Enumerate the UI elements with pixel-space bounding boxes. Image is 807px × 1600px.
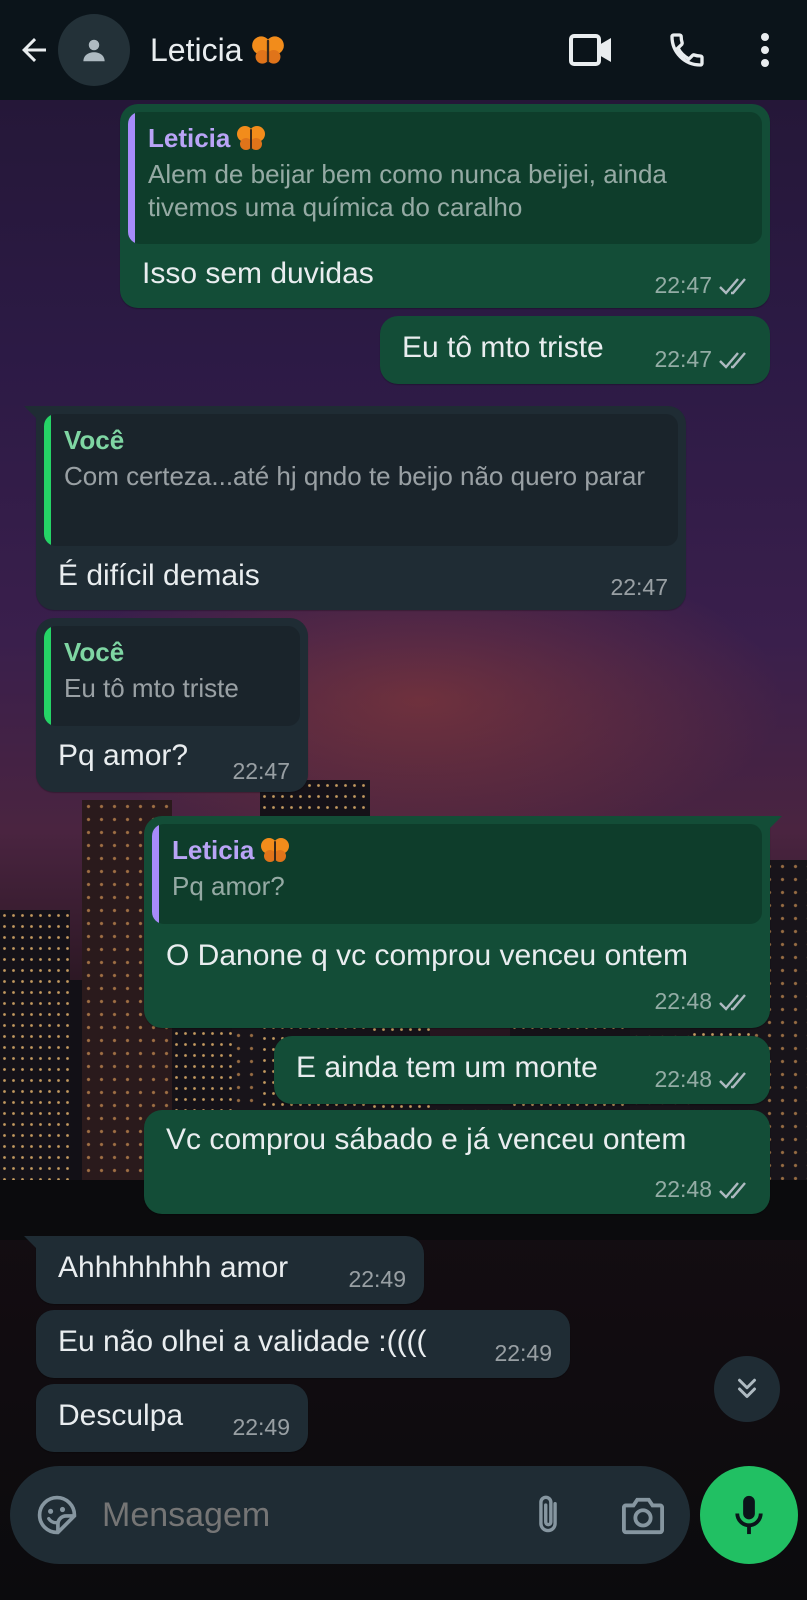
- back-button[interactable]: [14, 30, 54, 70]
- message-bubble-outgoing[interactable]: Eu tô mto triste 22:47: [380, 316, 770, 384]
- attach-button[interactable]: [526, 1490, 570, 1540]
- butterfly-emoji-icon: [251, 36, 284, 64]
- message-text: Desculpa: [58, 1399, 184, 1432]
- message-meta: 22:49: [494, 1340, 552, 1367]
- contact-name-text: Leticia: [150, 31, 243, 68]
- emoji-sticker-button[interactable]: [32, 1490, 82, 1540]
- message-bubble-incoming[interactable]: Eu não olhei a validade :(((( 22:49: [36, 1310, 570, 1378]
- message-text: Ahhhhhhhh amor: [58, 1251, 289, 1284]
- quoted-message[interactable]: Você Com certeza...até hj qndo te beijo …: [44, 414, 678, 546]
- message-time: 22:49: [348, 1266, 406, 1292]
- quote-bar: [44, 626, 51, 726]
- butterfly-emoji-icon: [237, 126, 266, 150]
- video-call-button[interactable]: [561, 20, 621, 80]
- message-bubble-incoming[interactable]: Ahhhhhhhh amor 22:49: [24, 1236, 424, 1304]
- person-icon: [83, 39, 105, 62]
- quote-author: Leticia: [148, 122, 744, 154]
- message-meta: 22:48: [654, 1176, 752, 1203]
- microphone-icon: [735, 1495, 763, 1535]
- quote-bar: [128, 112, 135, 244]
- message-meta: 22:48: [654, 1066, 752, 1093]
- quote-text: Pq amor?: [172, 871, 285, 901]
- message-text: Pq amor?: [58, 739, 189, 772]
- quote-author: Você: [64, 425, 125, 455]
- message-meta: 22:49: [348, 1266, 406, 1293]
- quote-author: Você: [64, 637, 125, 667]
- quote-text: Alem de beijar bem como nunca beijei, ai…: [148, 159, 667, 222]
- message-bubble-incoming[interactable]: Você Com certeza...até hj qndo te beijo …: [24, 406, 686, 610]
- message-meta: 22:48: [654, 988, 752, 1015]
- message-meta: 22:47: [654, 272, 752, 299]
- quote-author-name: Leticia: [148, 123, 231, 153]
- message-text: E ainda tem um monte: [296, 1051, 598, 1084]
- message-time: 22:47: [654, 272, 712, 298]
- message-text: Eu não olhei a validade :((((: [58, 1325, 427, 1358]
- quote-text: Com certeza...até hj qndo te beijo não q…: [64, 461, 646, 491]
- video-camera-icon: [569, 34, 611, 66]
- message-bubble-outgoing[interactable]: E ainda tem um monte 22:48: [274, 1036, 770, 1104]
- message-meta: 22:47: [610, 574, 668, 601]
- message-time: 22:47: [610, 574, 668, 600]
- voice-message-button[interactable]: [700, 1466, 798, 1564]
- phone-icon: [670, 33, 704, 67]
- header-actions: [525, 20, 807, 80]
- double-chevron-down-icon: [738, 1378, 756, 1398]
- quote-bar: [44, 414, 51, 546]
- quoted-message[interactable]: Leticia Alem de beijar bem como nunca be…: [128, 112, 762, 244]
- message-time: 22:47: [654, 346, 712, 372]
- message-bubble-incoming[interactable]: Você Eu tô mto triste Pq amor? 22:47: [36, 618, 308, 792]
- message-composer: [10, 1466, 690, 1564]
- butterfly-emoji-icon: [261, 838, 290, 862]
- double-check-icon: [719, 1071, 746, 1089]
- quote-bar: [152, 824, 159, 924]
- message-bubble-outgoing[interactable]: Leticia Alem de beijar bem como nunca be…: [120, 104, 770, 308]
- camera-button[interactable]: [618, 1490, 668, 1540]
- quote-author-name: Leticia: [172, 835, 255, 865]
- message-meta: 22:47: [654, 346, 752, 373]
- message-time: 22:48: [654, 1176, 712, 1202]
- quoted-message[interactable]: Leticia Pq amor?: [152, 824, 762, 924]
- camera-icon: [622, 1497, 664, 1535]
- message-time: 22:47: [232, 758, 290, 784]
- message-time: 22:49: [232, 1414, 290, 1440]
- avatar[interactable]: [58, 14, 130, 86]
- message-bubble-outgoing[interactable]: Vc comprou sábado e já venceu ontem 22:4…: [144, 1110, 770, 1214]
- message-bubble-outgoing[interactable]: Leticia Pq amor? O Danone q vc comprou v…: [144, 816, 782, 1028]
- scroll-to-bottom-button[interactable]: [714, 1356, 780, 1422]
- arrow-left-icon: [22, 38, 46, 62]
- chat-header: Leticia: [0, 0, 807, 100]
- message-meta: 22:49: [232, 1414, 290, 1441]
- message-text: O Danone q vc comprou venceu ontem: [166, 939, 688, 972]
- sticker-icon: [37, 1495, 77, 1535]
- message-time: 22:48: [654, 988, 712, 1014]
- voice-call-button[interactable]: [657, 20, 717, 80]
- message-time: 22:48: [654, 1066, 712, 1092]
- message-text: Vc comprou sábado e já venceu ontem: [166, 1123, 687, 1156]
- message-text: É difícil demais: [58, 559, 260, 592]
- more-vertical-icon: [761, 33, 769, 67]
- message-text: Eu tô mto triste: [402, 331, 604, 364]
- double-check-icon: [719, 993, 746, 1011]
- message-input[interactable]: [102, 1495, 482, 1535]
- paperclip-icon: [539, 1495, 557, 1533]
- message-time: 22:49: [494, 1340, 552, 1366]
- double-check-icon: [719, 351, 746, 369]
- double-check-icon: [719, 277, 746, 295]
- message-text: Isso sem duvidas: [142, 257, 374, 290]
- double-check-icon: [719, 1181, 746, 1199]
- quoted-message[interactable]: Você Eu tô mto triste: [44, 626, 300, 726]
- message-bubble-incoming[interactable]: Desculpa 22:49: [36, 1384, 308, 1452]
- message-meta: 22:47: [232, 758, 290, 785]
- quote-text: Eu tô mto triste: [64, 673, 239, 703]
- more-options-button[interactable]: [745, 20, 785, 80]
- contact-name[interactable]: Leticia: [150, 32, 285, 69]
- quote-author: Leticia: [172, 834, 744, 866]
